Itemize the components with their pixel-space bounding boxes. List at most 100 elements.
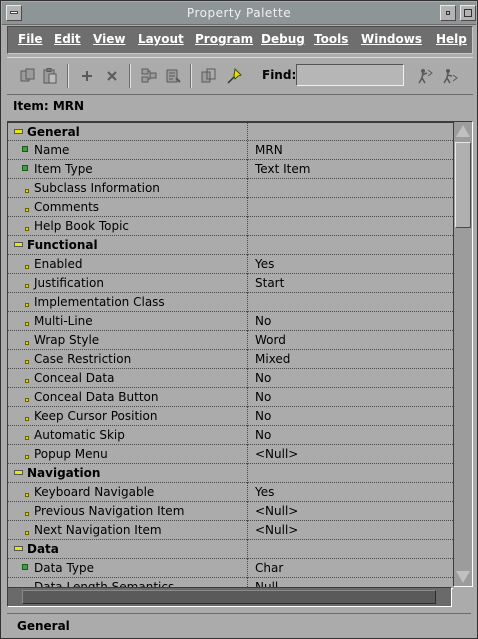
property-row[interactable]: Multi-Line No — [8, 312, 453, 331]
menu-windows[interactable]: Windows — [361, 32, 422, 46]
horizontal-scrollbar[interactable] — [7, 587, 452, 607]
vertical-scroll-thumb[interactable] — [455, 142, 471, 228]
property-row[interactable]: Keyboard Navigable Yes — [8, 483, 453, 502]
property-value[interactable]: No — [255, 390, 271, 404]
property-row[interactable]: Data Type Char — [8, 559, 453, 578]
property-row[interactable]: Keep Cursor Position No — [8, 407, 453, 426]
category-row[interactable]: General — [8, 122, 453, 142]
collapse-icon[interactable] — [14, 242, 23, 247]
menu-edit[interactable]: Edit — [54, 32, 81, 46]
default-property-icon — [25, 284, 29, 288]
default-property-icon — [25, 360, 29, 364]
horizontal-scroll-thumb[interactable] — [22, 590, 436, 604]
property-value[interactable]: No — [255, 428, 271, 442]
property-value[interactable]: Text Item — [255, 162, 310, 176]
property-class-icon[interactable] — [140, 67, 158, 85]
property-row[interactable]: Automatic Skip No — [8, 426, 453, 445]
property-value[interactable]: Start — [255, 276, 284, 290]
property-value[interactable]: <Null> — [255, 447, 298, 461]
menu-file[interactable]: File — [18, 32, 43, 46]
property-row[interactable]: Justification Start — [8, 274, 453, 293]
changed-property-icon — [22, 165, 28, 171]
property-row[interactable]: Previous Navigation Item <Null> — [8, 502, 453, 521]
find-next-icon[interactable] — [416, 67, 434, 85]
property-row[interactable]: Conceal Data No — [8, 369, 453, 388]
collapse-icon[interactable] — [14, 470, 23, 475]
property-row[interactable]: Wrap Style Word — [8, 331, 453, 350]
column-divider — [247, 274, 248, 293]
scroll-down-arrow[interactable] — [456, 571, 470, 583]
property-value[interactable]: Char — [255, 561, 283, 575]
category-row[interactable]: Navigation — [8, 464, 453, 483]
property-value[interactable]: No — [255, 371, 271, 385]
copy-icon[interactable] — [19, 67, 37, 85]
property-row[interactable]: Item Type Text Item — [8, 160, 453, 179]
property-value[interactable]: Yes — [255, 257, 274, 271]
property-value[interactable]: No — [255, 409, 271, 423]
default-property-icon — [25, 265, 29, 269]
property-value[interactable]: <Null> — [255, 523, 298, 537]
property-row[interactable]: Case Restriction Mixed — [8, 350, 453, 369]
find-input[interactable] — [296, 64, 404, 86]
column-divider — [247, 464, 248, 483]
property-row[interactable]: Help Book Topic — [8, 217, 453, 236]
pin-icon[interactable] — [226, 67, 244, 85]
scroll-up-arrow[interactable] — [456, 125, 470, 137]
collapse-icon[interactable] — [14, 546, 23, 551]
property-name: Keep Cursor Position — [34, 409, 158, 423]
category-label: General — [27, 125, 80, 139]
default-property-icon — [25, 322, 29, 326]
property-row[interactable]: Subclass Information — [8, 179, 453, 198]
minimize-button[interactable] — [440, 5, 456, 21]
collapse-icon[interactable] — [14, 129, 23, 134]
menu-layout[interactable]: Layout — [138, 32, 184, 46]
menu-bar: File Edit View Layout Program Debug Tool… — [7, 26, 473, 54]
intersection-icon[interactable] — [200, 67, 218, 85]
menu-tools[interactable]: Tools — [314, 32, 348, 46]
menu-program[interactable]: Program — [195, 32, 253, 46]
property-value[interactable]: Yes — [255, 485, 274, 499]
menu-debug[interactable]: Debug — [261, 32, 305, 46]
property-row[interactable]: Implementation Class — [8, 293, 453, 312]
property-row[interactable]: Enabled Yes — [8, 255, 453, 274]
property-name: Subclass Information — [34, 181, 160, 195]
paste-icon[interactable] — [41, 67, 59, 85]
find-previous-icon[interactable] — [441, 67, 459, 85]
default-property-icon — [25, 341, 29, 345]
default-property-icon — [25, 379, 29, 383]
category-row[interactable]: Data — [8, 540, 453, 559]
delete-icon[interactable] — [103, 67, 121, 85]
property-row[interactable]: Comments — [8, 198, 453, 217]
menu-view[interactable]: View — [93, 32, 125, 46]
property-palette-window: Property Palette File Edit View Layout P… — [0, 0, 478, 639]
property-name: Keyboard Navigable — [34, 485, 155, 499]
property-row[interactable]: Popup Menu <Null> — [8, 445, 453, 464]
property-value[interactable]: Word — [255, 333, 286, 347]
column-divider — [247, 521, 248, 540]
category-label: Data — [27, 542, 59, 556]
column-divider — [247, 388, 248, 407]
vertical-scrollbar[interactable] — [453, 121, 473, 587]
menu-help[interactable]: Help — [436, 32, 467, 46]
changed-property-icon — [22, 146, 28, 152]
property-value[interactable]: <Null> — [255, 504, 298, 518]
property-value[interactable]: No — [255, 314, 271, 328]
item-name: MRN — [52, 99, 85, 113]
property-row[interactable]: Name MRN — [8, 141, 453, 160]
default-property-icon — [25, 493, 29, 497]
column-divider — [247, 141, 248, 160]
title-bar[interactable]: Property Palette — [2, 2, 476, 25]
property-name: Automatic Skip — [34, 428, 125, 442]
inherit-icon[interactable] — [164, 67, 182, 85]
property-row[interactable]: Conceal Data Button No — [8, 388, 453, 407]
column-divider — [247, 445, 248, 464]
maximize-button[interactable] — [460, 5, 476, 21]
property-name: Conceal Data — [34, 371, 115, 385]
add-icon[interactable] — [78, 67, 96, 85]
property-name: Help Book Topic — [34, 219, 130, 233]
changed-property-icon — [22, 564, 28, 570]
property-row[interactable]: Next Navigation Item <Null> — [8, 521, 453, 540]
category-row[interactable]: Functional — [8, 236, 453, 255]
property-value[interactable]: MRN — [255, 143, 283, 157]
property-value[interactable]: Mixed — [255, 352, 290, 366]
